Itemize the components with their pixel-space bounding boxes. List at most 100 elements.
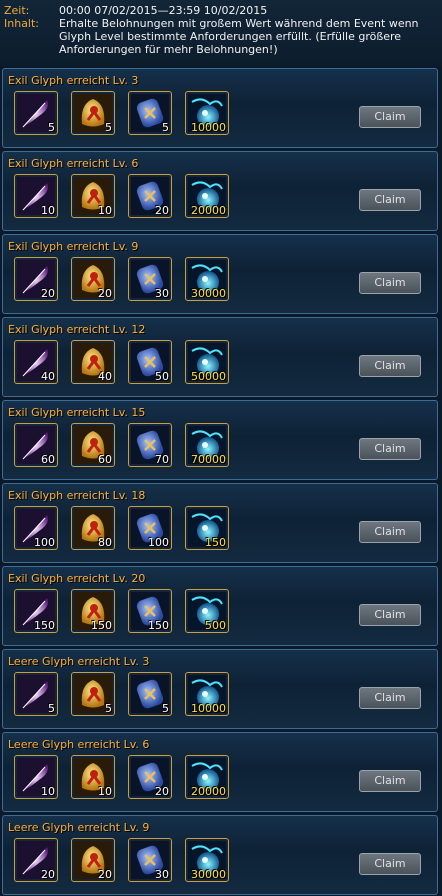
reward-items: 5 5 5 10000 — [14, 672, 242, 716]
reward-item-slot[interactable]: 10000 — [185, 91, 229, 135]
reward-card: Exil Glyph erreicht Lv. 3 5 5 5 10000 Claim — [2, 68, 438, 148]
reward-item-slot[interactable]: 5 — [14, 672, 58, 716]
reward-title: Leere Glyph erreicht Lv. 6 — [8, 738, 150, 751]
item-count: 100 — [34, 536, 55, 549]
reward-item-slot[interactable]: 60 — [14, 423, 58, 467]
claim-button[interactable]: Claim — [359, 853, 421, 875]
reward-item-slot[interactable]: 10000 — [185, 672, 229, 716]
reward-items: 150 150 150 500 — [14, 589, 242, 633]
reward-item-slot[interactable]: 10 — [71, 174, 115, 218]
item-count: 50 — [155, 370, 169, 383]
reward-item-slot[interactable]: 30 — [128, 257, 172, 301]
item-count: 70 — [155, 453, 169, 466]
event-header: Zeit: 00:00 07/02/2015—23:59 10/02/2015 … — [0, 0, 442, 66]
claim-button[interactable]: Claim — [359, 355, 421, 377]
reward-item-slot[interactable]: 60 — [71, 423, 115, 467]
reward-item-slot[interactable]: 5 — [14, 91, 58, 135]
reward-item-slot[interactable]: 20 — [128, 174, 172, 218]
reward-item-slot[interactable]: 70 — [128, 423, 172, 467]
reward-item-slot[interactable]: 150 — [14, 589, 58, 633]
reward-title: Exil Glyph erreicht Lv. 3 — [8, 74, 139, 87]
reward-title: Exil Glyph erreicht Lv. 6 — [8, 157, 139, 170]
item-count: 150 — [205, 536, 226, 549]
reward-item-slot[interactable]: 30 — [128, 838, 172, 882]
reward-item-slot[interactable]: 100 — [14, 506, 58, 550]
reward-item-slot[interactable]: 20 — [128, 755, 172, 799]
content-label: Inhalt: — [4, 17, 40, 30]
reward-item-slot[interactable]: 40 — [71, 340, 115, 384]
item-count: 20 — [41, 287, 55, 300]
reward-item-slot[interactable]: 150 — [185, 506, 229, 550]
item-count: 20 — [98, 287, 112, 300]
reward-item-slot[interactable]: 5 — [71, 91, 115, 135]
reward-item-slot[interactable]: 150 — [71, 589, 115, 633]
claim-button[interactable]: Claim — [359, 272, 421, 294]
reward-item-slot[interactable]: 50000 — [185, 340, 229, 384]
item-count: 40 — [41, 370, 55, 383]
item-count: 150 — [148, 619, 169, 632]
reward-item-slot[interactable]: 20 — [14, 257, 58, 301]
claim-button[interactable]: Claim — [359, 521, 421, 543]
item-count: 30 — [155, 868, 169, 881]
reward-item-slot[interactable]: 50 — [128, 340, 172, 384]
time-value: 00:00 07/02/2015—23:59 10/02/2015 — [59, 4, 268, 17]
item-count: 5 — [105, 702, 112, 715]
reward-card: Leere Glyph erreicht Lv. 3 5 5 5 10000 Claim — [2, 649, 438, 729]
reward-item-slot[interactable]: 40 — [14, 340, 58, 384]
reward-items: 100 80 100 150 — [14, 506, 242, 550]
reward-card: Exil Glyph erreicht Lv. 18 100 80 100 150 Cla… — [2, 483, 438, 563]
reward-items: 20 20 30 30000 — [14, 257, 242, 301]
reward-title: Exil Glyph erreicht Lv. 20 — [8, 572, 146, 585]
claim-button[interactable]: Claim — [359, 604, 421, 626]
item-count: 10 — [41, 785, 55, 798]
reward-card: Exil Glyph erreicht Lv. 20 150 150 150 500 Cl… — [2, 566, 438, 646]
reward-item-slot[interactable]: 30000 — [185, 838, 229, 882]
item-count: 40 — [98, 370, 112, 383]
item-count: 150 — [34, 619, 55, 632]
reward-item-slot[interactable]: 20 — [71, 838, 115, 882]
item-count: 10 — [98, 785, 112, 798]
reward-item-slot[interactable]: 150 — [128, 589, 172, 633]
item-count: 20 — [155, 785, 169, 798]
reward-item-slot[interactable]: 20 — [71, 257, 115, 301]
claim-button[interactable]: Claim — [359, 106, 421, 128]
reward-item-slot[interactable]: 5 — [128, 91, 172, 135]
item-count: 70000 — [191, 453, 226, 466]
reward-items: 40 40 50 50000 — [14, 340, 242, 384]
item-count: 20000 — [191, 785, 226, 798]
reward-item-slot[interactable]: 10 — [14, 174, 58, 218]
content-value: Erhalte Belohnungen mit großem Wert währ… — [59, 17, 419, 56]
item-count: 60 — [98, 453, 112, 466]
claim-button[interactable]: Claim — [359, 189, 421, 211]
item-count: 5 — [162, 702, 169, 715]
reward-item-slot[interactable]: 5 — [71, 672, 115, 716]
reward-item-slot[interactable]: 20000 — [185, 174, 229, 218]
reward-title: Exil Glyph erreicht Lv. 12 — [8, 323, 146, 336]
reward-card: Exil Glyph erreicht Lv. 6 10 10 20 20000 Clai… — [2, 151, 438, 231]
item-count: 5 — [105, 121, 112, 134]
item-count: 10000 — [191, 121, 226, 134]
item-count: 10000 — [191, 702, 226, 715]
claim-button[interactable]: Claim — [359, 687, 421, 709]
reward-item-slot[interactable]: 10 — [14, 755, 58, 799]
claim-button[interactable]: Claim — [359, 770, 421, 792]
item-count: 20 — [155, 204, 169, 217]
reward-title: Leere Glyph erreicht Lv. 3 — [8, 655, 150, 668]
reward-item-slot[interactable]: 500 — [185, 589, 229, 633]
reward-item-slot[interactable]: 30000 — [185, 257, 229, 301]
item-count: 10 — [98, 204, 112, 217]
claim-button[interactable]: Claim — [359, 438, 421, 460]
item-count: 100 — [148, 536, 169, 549]
reward-item-slot[interactable]: 20000 — [185, 755, 229, 799]
reward-item-slot[interactable]: 20 — [14, 838, 58, 882]
reward-items: 10 10 20 20000 — [14, 174, 242, 218]
reward-item-slot[interactable]: 80 — [71, 506, 115, 550]
reward-item-slot[interactable]: 5 — [128, 672, 172, 716]
reward-item-slot[interactable]: 70000 — [185, 423, 229, 467]
reward-card: Leere Glyph erreicht Lv. 9 20 20 30 30000 Cla… — [2, 815, 438, 895]
item-count: 30000 — [191, 287, 226, 300]
reward-card: Leere Glyph erreicht Lv. 6 10 10 20 20000 Cla… — [2, 732, 438, 812]
reward-item-slot[interactable]: 100 — [128, 506, 172, 550]
item-count: 80 — [98, 536, 112, 549]
reward-item-slot[interactable]: 10 — [71, 755, 115, 799]
